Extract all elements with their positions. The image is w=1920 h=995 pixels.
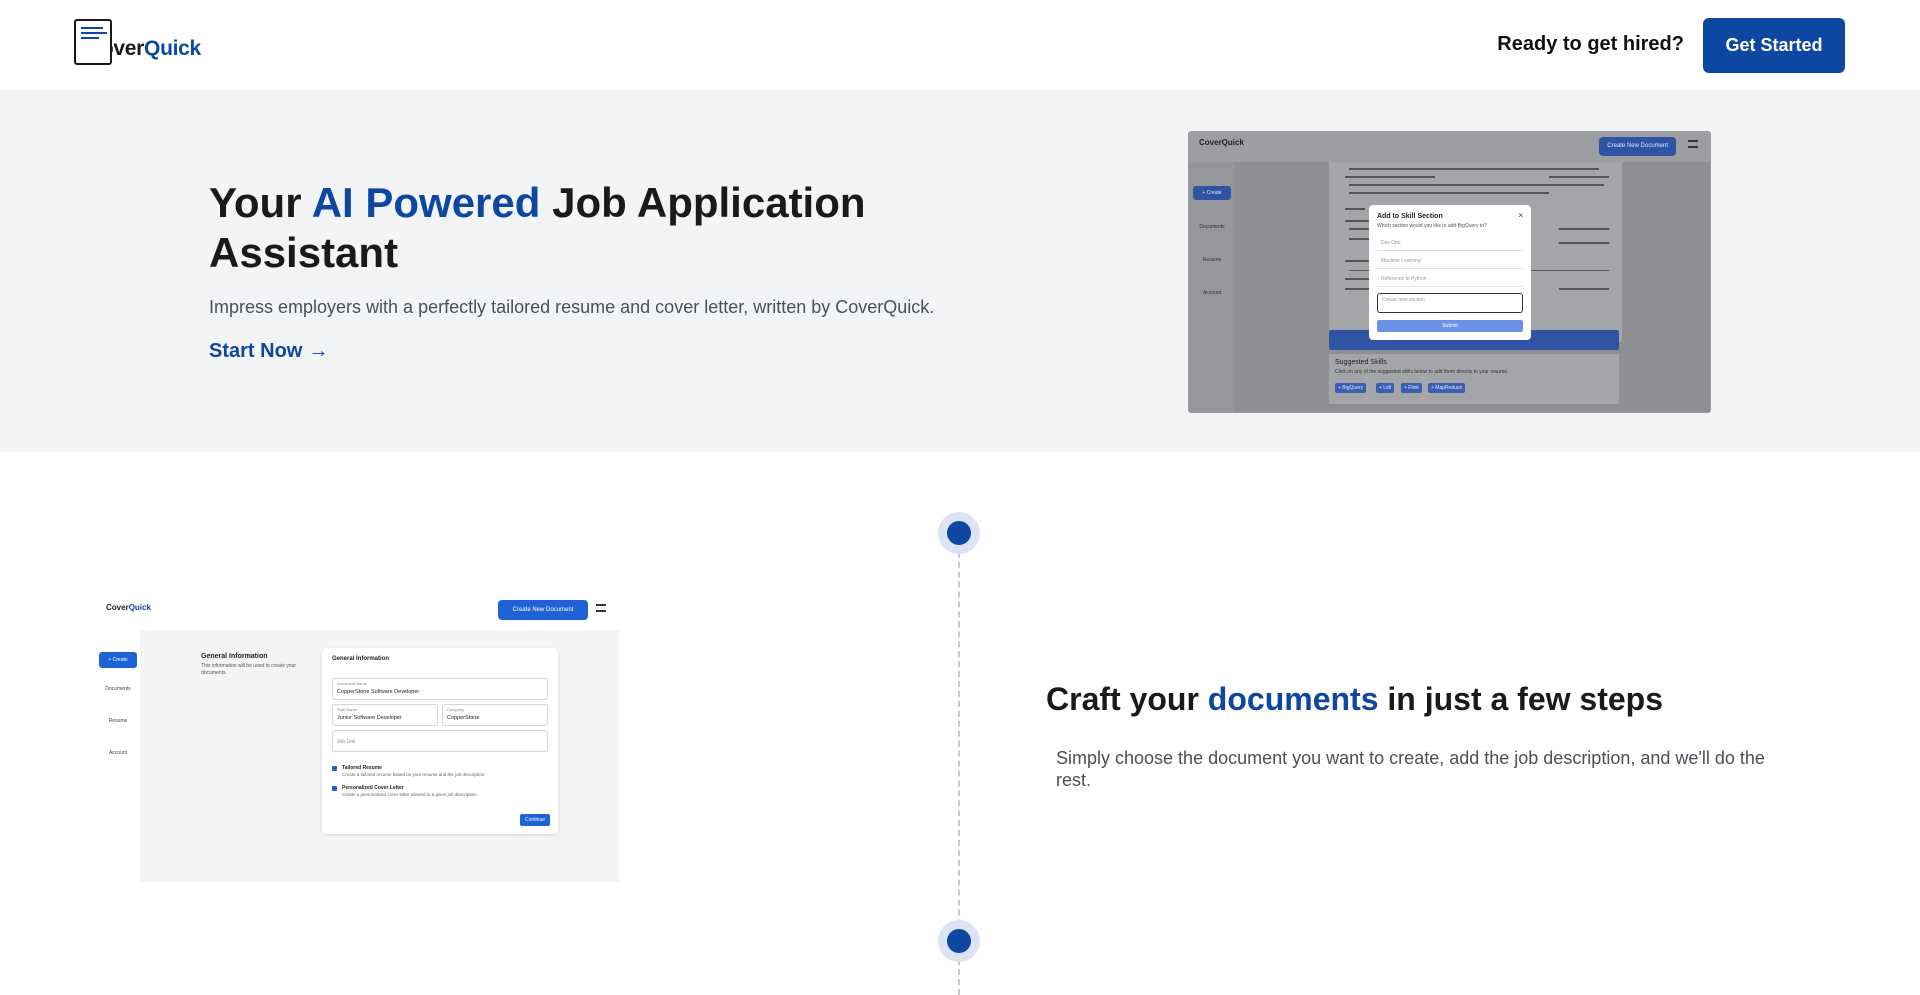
mock-logo: CoverQuick: [106, 603, 151, 612]
section-description: This information will be used to create …: [201, 663, 297, 676]
modal-option: Machine Learning: [1377, 254, 1523, 269]
mock-create-document-button: Create New Document: [498, 600, 588, 620]
mock-sidebar-account: Account: [1202, 290, 1222, 296]
hamburger-menu-icon: [596, 604, 606, 612]
general-info-card: General Information Document Name Copper…: [322, 648, 558, 834]
mock-sidebar-resume: Resume: [108, 718, 128, 724]
modal-title: Add to Skill Section: [1377, 213, 1443, 220]
company-field: Company CopperStone: [442, 704, 548, 726]
skill-chip: + MapReduce: [1428, 383, 1466, 393]
card-title: General Information: [332, 656, 390, 662]
suggested-skills-title: Suggested Skills: [1335, 359, 1387, 366]
cover-letter-desc: Create a personalized cover letter tailo…: [342, 792, 478, 797]
get-started-button[interactable]: Get Started: [1703, 18, 1845, 73]
mock-suggested-skills: Suggested Skills Click on any of the sug…: [1329, 354, 1619, 404]
mock-sidebar: + Create Documents Resume Account: [96, 630, 140, 882]
mock-continue-button: Continue: [520, 814, 550, 826]
mock-topbar: CoverQuick Create New Document: [96, 592, 619, 630]
document-icon: [74, 19, 112, 65]
job-link-field: Job Link: [332, 730, 548, 752]
skill-chip: + Flink: [1401, 383, 1422, 393]
modal-subtitle: Which section would you like to add BigQ…: [1377, 223, 1487, 229]
suggested-skills-desc: Click on any of the suggested skills bel…: [1335, 369, 1509, 375]
mock-sidebar-documents: Documents: [105, 686, 131, 692]
start-now-link[interactable]: Start Now →: [209, 340, 328, 363]
timeline-dot: [938, 512, 980, 554]
modal-submit-button: Submit: [1377, 320, 1523, 332]
arrow-right-icon: →: [308, 340, 329, 362]
close-icon: ×: [1518, 211, 1523, 220]
cover-letter-option: Personalized Cover Letter: [342, 785, 404, 791]
section-title: General Information: [201, 653, 268, 660]
mock-sidebar: + Create Documents Resume Account: [1189, 162, 1235, 412]
role-name-field: Role Name Junior Software Developer: [332, 704, 438, 726]
hero-app-screenshot: CoverQuick Create New Document + Create …: [1188, 131, 1711, 413]
mock-sidebar-documents: Documents: [1199, 224, 1225, 230]
document-name-field: Document Name CopperStone Software Devel…: [332, 678, 548, 700]
hamburger-menu-icon: [1688, 140, 1698, 148]
modal-option: Dev Ops: [1377, 236, 1523, 251]
steps-title: Craft your documents in just a few steps: [1046, 681, 1663, 717]
coverquick-logo[interactable]: CoverQuick: [74, 19, 203, 65]
timeline-dot: [938, 920, 980, 962]
skill-chip: + BigQuery: [1335, 383, 1367, 393]
tailored-resume-desc: Create a tailored resume based on your r…: [342, 772, 486, 777]
mock-logo: CoverQuick: [1199, 138, 1244, 147]
hero-subtitle: Impress employers with a perfectly tailo…: [209, 297, 935, 317]
checkbox-checked-icon: [332, 786, 337, 791]
checkbox-checked-icon: [332, 766, 337, 771]
mock-topbar: CoverQuick Create New Document: [1189, 132, 1710, 162]
site-header: CoverQuick Ready to get hired? Get Start…: [0, 0, 1920, 90]
form-app-screenshot: CoverQuick Create New Document + Create …: [96, 592, 619, 882]
modal-new-section-input: Create new section: [1377, 293, 1523, 313]
mock-create-document-button: Create New Document: [1599, 137, 1676, 156]
mock-create-button: + Create: [1193, 186, 1231, 200]
steps-subtitle: Simply choose the document you want to c…: [1056, 748, 1765, 790]
modal-option: Reference to Python: [1377, 272, 1523, 287]
header-tagline: Ready to get hired?: [1497, 33, 1684, 55]
skill-chip: + Lidl: [1376, 383, 1395, 393]
mock-sidebar-resume: Resume: [1202, 257, 1222, 263]
tailored-resume-option: Tailored Resume: [342, 765, 382, 771]
hero-title: Your AI Powered Job Application Assistan…: [209, 179, 866, 276]
mock-create-button: + Create: [99, 652, 137, 668]
mock-add-skill-modal: Add to Skill Section × Which section wou…: [1369, 205, 1531, 340]
mock-sidebar-account: Account: [108, 750, 128, 756]
